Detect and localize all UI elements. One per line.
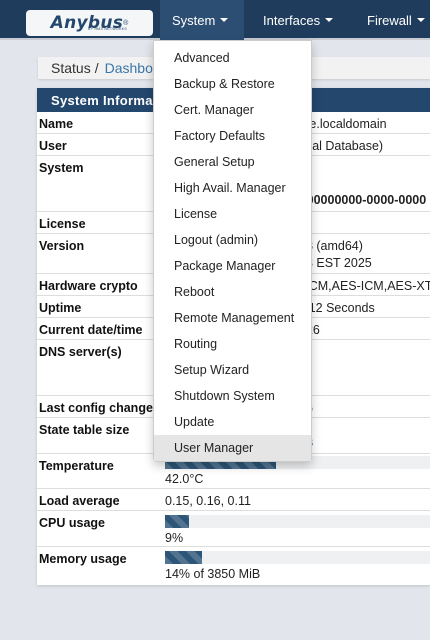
menu-item-general-setup[interactable]: General Setup	[154, 149, 311, 175]
chevron-down-icon	[416, 18, 425, 22]
row-value: : 00000000-0000-0000	[299, 193, 427, 207]
row-value: 0.15, 0.16, 0.11	[165, 494, 251, 508]
menu-item-factory-defaults[interactable]: Factory Defaults	[154, 123, 311, 149]
menu-item-logout-admin[interactable]: Logout (admin)	[154, 227, 311, 253]
menu-item-package-manager[interactable]: Package Manager	[154, 253, 311, 279]
row-value: 9%	[165, 531, 184, 545]
row-value: GCM,AES-ICM,AES-XT	[299, 279, 430, 293]
chevron-down-icon	[220, 18, 229, 22]
menu-item-advanced[interactable]: Advanced	[154, 45, 311, 71]
breadcrumb-dashboard-link[interactable]: Dashbo	[105, 60, 153, 76]
top-navbar: Anybus ® BY HMS NETWORKS System Interface…	[0, 0, 430, 40]
row-label: License	[39, 217, 86, 231]
breadcrumb-separator: /	[94, 60, 99, 76]
row-label: Memory usage	[39, 552, 127, 566]
menu-item-reboot[interactable]: Reboot	[154, 279, 311, 305]
row-label: CPU usage	[39, 516, 105, 530]
row-label: Hardware crypto	[39, 279, 138, 293]
brand-registered-mark: ®	[123, 19, 129, 27]
breadcrumb-status: Status	[51, 60, 91, 76]
row-label: Load average	[39, 494, 120, 508]
nav-firewall-label: Firewall	[367, 12, 412, 28]
menu-item-remote-management[interactable]: Remote Management	[154, 305, 311, 331]
chevron-down-icon	[325, 18, 334, 22]
row-label: Name	[39, 117, 74, 131]
anybus-logo[interactable]: Anybus ® BY HMS NETWORKS	[26, 10, 153, 36]
row-label: Version	[39, 239, 85, 253]
info-row-memory-usage: Memory usage 14% of 3850 MiB	[37, 547, 430, 583]
cpu-usage-bar	[165, 515, 430, 528]
cpu-usage-bar-fill	[165, 515, 189, 528]
menu-item-high-avail-manager[interactable]: High Avail. Manager	[154, 175, 311, 201]
menu-item-cert-manager[interactable]: Cert. Manager	[154, 97, 311, 123]
row-label: Last config change	[39, 401, 153, 415]
row-label: DNS server(s)	[39, 345, 122, 359]
menu-item-user-manager[interactable]: User Manager	[154, 435, 311, 461]
row-label: User	[39, 139, 67, 153]
row-label: Uptime	[39, 301, 82, 315]
memory-usage-bar-fill	[165, 551, 203, 564]
menu-item-backup-restore[interactable]: Backup & Restore	[154, 71, 311, 97]
nav-system-label: System	[172, 12, 216, 28]
brand-tagline: BY HMS NETWORKS	[88, 27, 128, 31]
menu-item-license[interactable]: License	[154, 201, 311, 227]
info-row-load-average: Load average 0.15, 0.16, 0.11	[37, 489, 430, 511]
system-dropdown-menu: Advanced Backup & Restore Cert. Manager Fac…	[153, 40, 312, 462]
row-value: 42.0°C	[165, 472, 204, 486]
info-row-cpu-usage: CPU usage 9%	[37, 511, 430, 547]
row-label: Temperature	[39, 459, 114, 473]
nav-system[interactable]: System	[160, 0, 244, 40]
nav-firewall[interactable]: Firewall	[367, 0, 425, 40]
menu-item-setup-wizard[interactable]: Setup Wizard	[154, 357, 311, 383]
menu-item-shutdown-system[interactable]: Shutdown System	[154, 383, 311, 409]
nav-interfaces-label: Interfaces	[263, 12, 321, 28]
memory-usage-bar	[165, 551, 430, 564]
version-arch: (amd64)	[312, 239, 363, 253]
row-label: Current date/time	[39, 323, 143, 337]
row-label: State table size	[39, 423, 130, 437]
row-label: System	[39, 161, 84, 175]
row-value: me.localdomain	[299, 117, 387, 131]
menu-item-routing[interactable]: Routing	[154, 331, 311, 357]
row-value: 14% of 3850 MiB	[165, 567, 261, 581]
menu-item-update[interactable]: Update	[154, 409, 311, 435]
nav-interfaces[interactable]: Interfaces	[263, 0, 334, 40]
